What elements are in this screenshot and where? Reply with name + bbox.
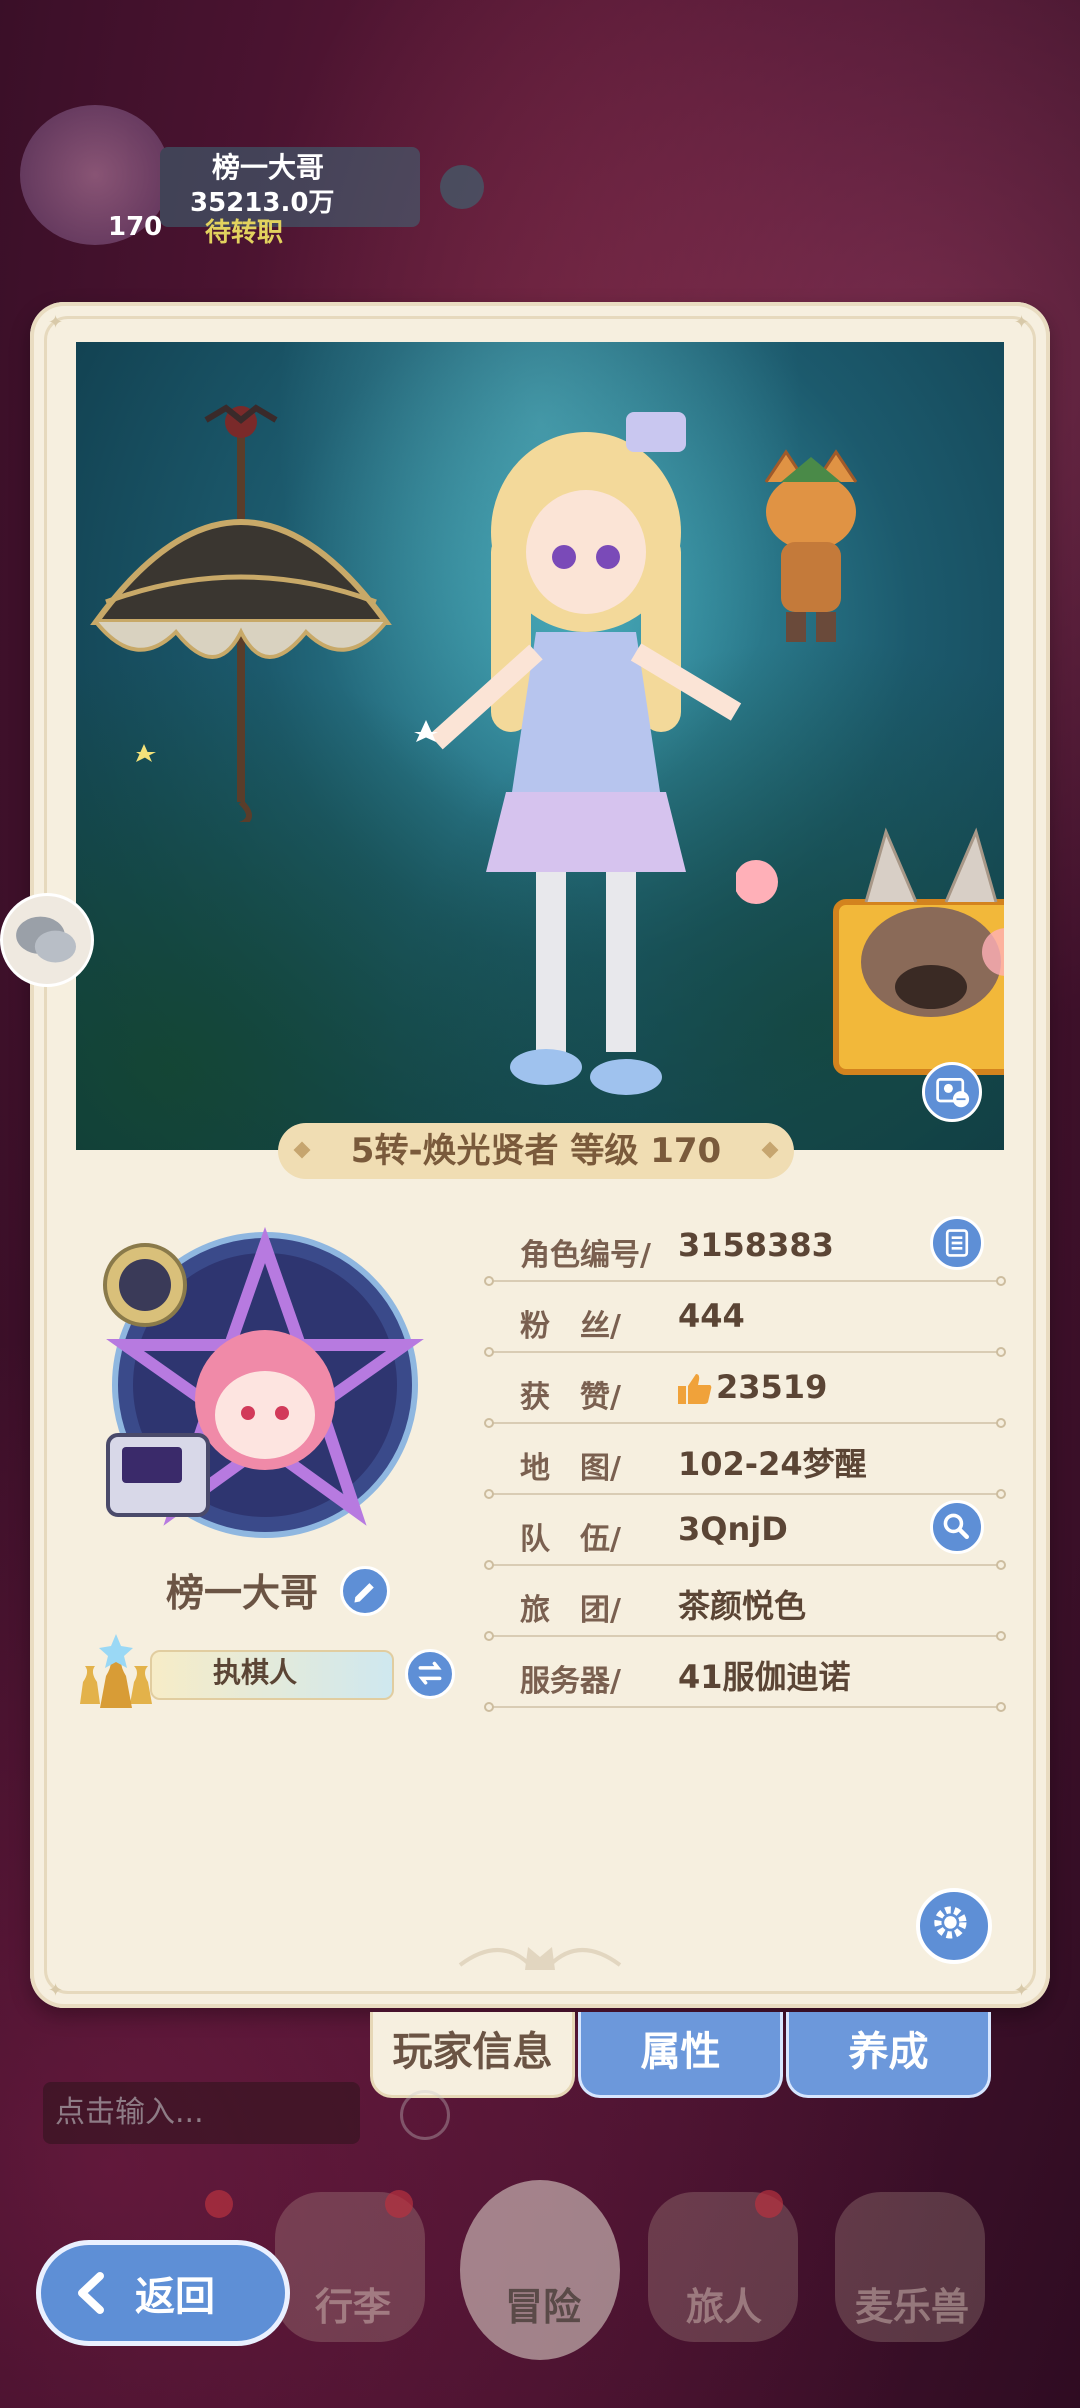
thumb-up-icon	[678, 1374, 712, 1404]
pencil-icon	[354, 1583, 374, 1603]
player-title: 执棋人	[212, 1656, 297, 1689]
class-level-banner: 5转-焕光贤者 等级 170	[278, 1123, 794, 1179]
cat-ornament-icon	[458, 1947, 622, 1970]
divider	[484, 1276, 1006, 1286]
nav-label: 麦乐兽	[855, 2285, 970, 2329]
divider	[484, 1560, 1006, 1570]
player-name: 榜一大哥	[166, 1571, 319, 1615]
info-label: 粉 丝/	[520, 1309, 621, 1344]
info-row-map: 地 图/ 102-24梦醒	[484, 1435, 1006, 1507]
info-row-team: 队 伍/ 3QnjD	[484, 1500, 1006, 1578]
notification-badge	[755, 2190, 783, 2218]
tab-development[interactable]: 养成	[786, 2012, 991, 2098]
tab-player-info[interactable]: 玩家信息	[370, 2012, 575, 2098]
hud-level: 170	[108, 212, 163, 242]
divider	[484, 1418, 1006, 1428]
info-value: 41服伽迪诺	[678, 1658, 851, 1696]
corner-ornament-icon: ✦	[48, 312, 64, 333]
nav-label: 冒险	[505, 2285, 582, 2329]
info-label: 角色编号/	[520, 1238, 651, 1273]
hud-player-name: 榜一大哥	[212, 151, 325, 184]
view-team-button[interactable]	[930, 1500, 984, 1554]
info-label: 旅 团/	[520, 1593, 621, 1628]
nav-label: 行李	[315, 2285, 392, 2329]
switch-title-button[interactable]	[405, 1649, 455, 1699]
corner-ornament-icon: ✦	[1014, 312, 1030, 333]
info-label: 获 赞/	[520, 1380, 621, 1415]
info-row-guild: 旅 团/ 茶颜悦色	[484, 1577, 1006, 1649]
avatar[interactable]	[100, 1215, 430, 1545]
class-level-text: 5转-焕光贤者 等级 170	[350, 1131, 722, 1171]
back-arrow-icon	[78, 2272, 104, 2314]
nav-label: 旅人	[686, 2285, 763, 2329]
back-label: 返回	[135, 2274, 215, 2320]
nav-adventure[interactable]	[460, 2180, 620, 2360]
parasol-image	[90, 404, 392, 822]
character-showcase	[76, 342, 1004, 1150]
info-row-role-id: 角色编号/ 3158383	[484, 1216, 1006, 1294]
hud-status: 待转职	[205, 218, 284, 248]
gear-icon	[934, 1906, 967, 1939]
chat-input[interactable]: 点击输入...	[43, 2082, 360, 2144]
settings-button[interactable]	[916, 1888, 992, 1964]
divider	[484, 1702, 1006, 1712]
corner-ornament-icon: ✦	[48, 1980, 64, 2001]
copy-id-button[interactable]	[930, 1216, 984, 1270]
divider	[484, 1631, 1006, 1641]
info-label: 队 伍/	[520, 1522, 621, 1557]
companion-cat-box-image	[736, 827, 1004, 1075]
info-row-fans: 粉 丝/ 444	[484, 1293, 1006, 1365]
info-value: 3158383	[678, 1226, 834, 1264]
tab-attributes[interactable]: 属性	[578, 2012, 783, 2098]
search-icon	[943, 1513, 969, 1539]
info-row-likes: 获 赞/ 23519	[484, 1364, 1006, 1436]
emoji-toggle-button[interactable]	[400, 2090, 450, 2140]
chess-pieces-icon	[80, 1634, 152, 1708]
edit-name-button[interactable]	[340, 1566, 390, 1616]
notification-badge	[205, 2190, 233, 2218]
notification-badge	[385, 2190, 413, 2218]
corner-ornament-icon: ✦	[1014, 1980, 1030, 2001]
info-row-server: 服务器/ 41服伽迪诺	[484, 1648, 1006, 1720]
info-value: 444	[678, 1297, 745, 1335]
info-value: 23519	[716, 1368, 828, 1406]
info-value: 3QnjD	[678, 1510, 788, 1548]
divider	[484, 1489, 1006, 1499]
info-label: 服务器/	[520, 1664, 621, 1699]
list-icon	[945, 1229, 969, 1257]
info-value: 102-24梦醒	[678, 1445, 867, 1483]
chat-icon	[16, 916, 77, 963]
photo-icon	[936, 1078, 970, 1108]
companion-fox-image	[764, 449, 858, 642]
hud-cat-icon	[440, 165, 484, 209]
info-value: 茶颜悦色	[678, 1587, 807, 1625]
photo-mode-button[interactable]	[922, 1062, 982, 1122]
chat-bubble-button[interactable]	[0, 893, 94, 987]
info-label: 地 图/	[520, 1451, 621, 1486]
player-avatar-model	[414, 412, 742, 1095]
divider	[484, 1347, 1006, 1357]
swap-icon	[418, 1661, 442, 1685]
